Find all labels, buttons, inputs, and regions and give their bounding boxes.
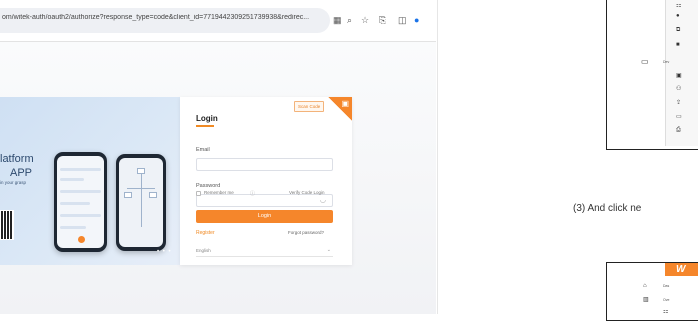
qr-code-icon: ▣ (341, 99, 349, 108)
login-title: Login (196, 114, 218, 123)
upload-icon: ⇪ (676, 100, 682, 106)
promo-subtitle: in your grasp (0, 180, 27, 185)
email-field[interactable] (196, 158, 333, 171)
login-button[interactable]: Login (196, 210, 333, 223)
phone-screen-left (57, 156, 104, 248)
phone-diagram-line (127, 188, 155, 189)
download-qr-code (0, 210, 14, 240)
step-caption: (3) And click ne (573, 203, 642, 214)
home-icon: ⌂ (643, 283, 647, 289)
promo-title: latform APP (0, 152, 34, 180)
translate-icon[interactable]: ▦ (333, 14, 342, 26)
star-icon[interactable]: ☆ (361, 14, 369, 26)
bell-icon: ● (676, 13, 680, 19)
laptop-icon: ▭ (676, 114, 682, 120)
password-label: Password (196, 183, 221, 189)
menu-item-label: Das (663, 284, 670, 288)
phone-screen-row (60, 190, 101, 193)
printer-icon: ⎙ (676, 127, 681, 133)
info-icon: ⓘ (250, 191, 256, 197)
login-card: Login Scan Code ▣ Email Password ◡ (180, 97, 352, 265)
promo-title-line1: latform (0, 153, 34, 165)
address-bar[interactable]: om/witek-auth/oauth2/authorize?response_… (0, 8, 330, 33)
phone-diagram-node (149, 192, 157, 198)
phone-screen-row (60, 226, 86, 229)
phone-diagram-node (124, 192, 132, 198)
menu-item-label: Ove (663, 298, 670, 302)
scan-code-tag[interactable]: Scan Code (294, 101, 325, 112)
language-value: English (196, 248, 211, 253)
screenshot-edge (437, 0, 438, 314)
carousel-dots[interactable]: • • • (157, 249, 172, 255)
verify-code-login-link[interactable]: Verify Code Login (289, 190, 325, 195)
device-icon: ▣ (676, 73, 682, 79)
phone-mockup-right (116, 154, 166, 251)
menu-item-label: Dev (663, 60, 670, 64)
register-link[interactable]: Register (196, 230, 215, 236)
password-field[interactable]: ◡ (196, 194, 333, 207)
profile-icon[interactable]: ● (414, 14, 419, 26)
chevron-down-icon: ⌄ (326, 247, 331, 253)
phone-screen-row (60, 214, 101, 217)
email-label: Email (196, 147, 210, 153)
forgot-password-link[interactable]: Forgot password? (288, 230, 324, 235)
dashboard-icon: ■ (676, 42, 680, 48)
phone-diagram-line (141, 172, 142, 227)
monitor-icon: ▭ (641, 57, 649, 66)
remember-me-label: Remember me (204, 190, 234, 195)
building-icon: ▥ (643, 297, 649, 303)
remember-me-checkbox[interactable] (196, 191, 201, 196)
browser-toolbar: om/witek-auth/oauth2/authorize?response_… (0, 0, 436, 42)
phone-diagram-node (137, 168, 145, 174)
group-icon: ⚇ (676, 86, 682, 92)
promo-title-line2: APP (10, 167, 33, 179)
sidepanel-icon[interactable]: ◫ (398, 14, 407, 26)
phone-nav-dot (78, 236, 85, 243)
qr-corner-toggle[interactable]: ▣ (328, 97, 352, 121)
eye-closed-icon[interactable]: ◡ (320, 196, 326, 206)
login-tab-underline (196, 125, 214, 127)
phone-screen-right (119, 158, 163, 247)
extensions-icon[interactable]: ⎘ (379, 14, 386, 26)
network-icon: ⧉ (676, 27, 681, 33)
phone-screen-row (60, 178, 84, 181)
org-icon: ⚏ (676, 3, 682, 9)
address-url: om/witek-auth/oauth2/authorize?response_… (2, 14, 310, 21)
zoom-icon[interactable]: ⌕ (347, 14, 352, 26)
app-logo: W (676, 264, 686, 275)
phone-screen-row (60, 168, 101, 171)
org-icon: ⚏ (663, 309, 669, 315)
phone-screen-row (60, 202, 90, 205)
phone-mockup-left (54, 152, 107, 252)
language-select[interactable]: English ⌄ (196, 247, 333, 257)
